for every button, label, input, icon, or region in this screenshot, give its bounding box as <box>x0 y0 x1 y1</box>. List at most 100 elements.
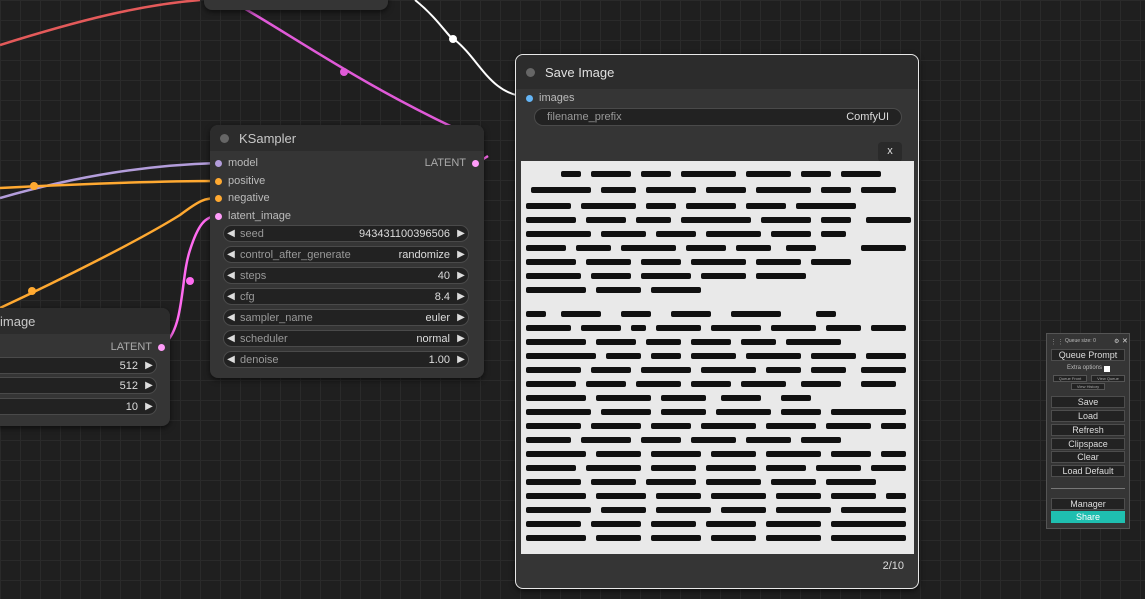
view-queue-button[interactable]: View Queue <box>1091 375 1125 382</box>
filename-prefix-label: filename_prefix <box>547 111 622 123</box>
clipspace-button[interactable]: Clipspace <box>1051 438 1125 450</box>
height-value[interactable]: 512 <box>120 380 142 392</box>
save-image-title-bar[interactable]: Save Image <box>516 55 918 89</box>
increment-arrow-icon[interactable]: ▶ <box>142 380 156 391</box>
negative-pin-icon[interactable] <box>215 194 222 202</box>
input-latent-image-label: latent_image <box>228 210 291 222</box>
increment-arrow-icon[interactable]: ▶ <box>454 333 468 344</box>
queue-menu[interactable]: ⋮⋮ Queue size: 0 ⚙ ✕ Queue Prompt Extra … <box>1046 333 1130 529</box>
batch-size-widget[interactable]: 10 ▶ <box>0 398 157 415</box>
input-positive-label: positive <box>228 175 266 187</box>
seed-widget[interactable]: ◀ seed 943431100396506 ▶ <box>223 225 469 242</box>
latent-out-pin-icon[interactable] <box>472 159 479 167</box>
increment-arrow-icon[interactable]: ▶ <box>454 270 468 281</box>
steps-value[interactable]: 40 <box>438 270 454 282</box>
positive-pin-icon[interactable] <box>215 177 222 185</box>
denoise-value[interactable]: 1.00 <box>429 354 454 366</box>
link-model <box>0 161 219 200</box>
close-icon[interactable]: ✕ <box>1122 337 1128 345</box>
increment-arrow-icon[interactable]: ▶ <box>454 291 468 302</box>
control-after-generate-label: control_after_generate <box>240 248 351 261</box>
preview-image[interactable] <box>521 161 914 554</box>
link-pink-conditioning <box>229 0 481 142</box>
queue-size-label: Queue size: 0 <box>1065 338 1096 344</box>
input-model[interactable]: model <box>215 157 258 169</box>
output-latent[interactable]: LATENT <box>425 157 479 169</box>
view-history-button[interactable]: View History <box>1071 383 1105 390</box>
settings-icon[interactable]: ⚙ <box>1114 338 1119 345</box>
filename-prefix-value[interactable]: ComfyUI <box>846 111 901 123</box>
steps-widget[interactable]: ◀ steps 40 ▶ <box>223 267 469 284</box>
drag-handle-icon[interactable]: ⋮⋮ <box>1050 338 1064 346</box>
queue-prompt-button[interactable]: Queue Prompt <box>1051 349 1125 361</box>
batch-size-value[interactable]: 10 <box>126 401 142 413</box>
image-counter: 2/10 <box>882 560 904 572</box>
decrement-arrow-icon[interactable]: ◀ <box>224 291 238 302</box>
close-preview-button[interactable]: x <box>878 142 902 162</box>
clear-button[interactable]: Clear <box>1051 451 1125 463</box>
collapse-dot-icon[interactable] <box>526 67 535 77</box>
ksampler-node[interactable]: KSampler model positive negative latent_… <box>210 125 484 378</box>
seed-label: seed <box>240 227 264 240</box>
input-negative[interactable]: negative <box>215 192 270 204</box>
input-latent-image[interactable]: latent_image <box>215 210 291 222</box>
height-widget[interactable]: 512 ▶ <box>0 377 157 394</box>
filename-prefix-widget[interactable]: filename_prefix ComfyUI <box>534 108 902 126</box>
increment-arrow-icon[interactable]: ▶ <box>454 312 468 323</box>
decrement-arrow-icon[interactable]: ◀ <box>224 270 238 281</box>
output-latent-label: LATENT <box>424 157 466 169</box>
increment-arrow-icon[interactable]: ▶ <box>142 360 156 371</box>
input-images[interactable]: images <box>526 92 574 104</box>
empty-latent-title-bar[interactable]: image <box>0 308 170 334</box>
increment-arrow-icon[interactable]: ▶ <box>454 354 468 365</box>
control-after-generate-value[interactable]: randomize <box>399 249 454 261</box>
scheduler-value[interactable]: normal <box>416 333 454 345</box>
link-red <box>0 0 201 47</box>
node-partial-top[interactable] <box>204 0 388 10</box>
cfg-widget[interactable]: ◀ cfg 8.4 ▶ <box>223 288 469 305</box>
images-pin-icon[interactable] <box>526 94 533 102</box>
save-image-node[interactable]: Save Image images filename_prefix ComfyU… <box>515 54 919 589</box>
decrement-arrow-icon[interactable]: ◀ <box>224 312 238 323</box>
link-images <box>414 0 529 98</box>
menu-divider <box>1051 488 1125 489</box>
scheduler-widget[interactable]: ◀ scheduler normal ▶ <box>223 330 469 347</box>
decrement-arrow-icon[interactable]: ◀ <box>224 249 238 260</box>
control-after-generate-widget[interactable]: ◀ control_after_generate randomize ▶ <box>223 246 469 263</box>
link-positive <box>0 179 219 190</box>
save-image-title: Save Image <box>545 64 615 80</box>
decrement-arrow-icon[interactable]: ◀ <box>224 333 238 344</box>
load-button[interactable]: Load <box>1051 410 1125 422</box>
width-widget[interactable]: 512 ▶ <box>0 357 157 374</box>
ksampler-title-bar[interactable]: KSampler <box>210 125 484 151</box>
decrement-arrow-icon[interactable]: ◀ <box>224 228 238 239</box>
latent-out-pin-icon[interactable] <box>158 343 165 351</box>
extra-options-checkbox[interactable] <box>1104 366 1110 372</box>
denoise-widget[interactable]: ◀ denoise 1.00 ▶ <box>223 351 469 368</box>
model-pin-icon[interactable] <box>215 159 222 167</box>
link-negative <box>0 196 219 310</box>
load-default-button[interactable]: Load Default <box>1051 465 1125 477</box>
queue-front-button[interactable]: Queue Front <box>1053 375 1087 382</box>
empty-latent-output[interactable]: LATENT <box>111 341 165 353</box>
share-button[interactable]: Share <box>1051 511 1125 523</box>
sampler-name-value[interactable]: euler <box>426 312 454 324</box>
input-positive[interactable]: positive <box>215 175 265 187</box>
decrement-arrow-icon[interactable]: ◀ <box>224 354 238 365</box>
collapse-dot-icon[interactable] <box>220 133 229 143</box>
manager-button[interactable]: Manager <box>1051 498 1125 510</box>
empty-latent-node[interactable]: image LATENT 512 ▶ 512 ▶ 10 ▶ <box>0 308 170 426</box>
latent-pin-icon[interactable] <box>215 212 222 220</box>
refresh-button[interactable]: Refresh <box>1051 424 1125 436</box>
sampler-name-widget[interactable]: ◀ sampler_name euler ▶ <box>223 309 469 326</box>
increment-arrow-icon[interactable]: ▶ <box>454 249 468 260</box>
ksampler-title: KSampler <box>239 130 297 146</box>
cfg-value[interactable]: 8.4 <box>435 291 454 303</box>
width-value[interactable]: 512 <box>120 360 142 372</box>
increment-arrow-icon[interactable]: ▶ <box>454 228 468 239</box>
input-images-label: images <box>539 92 575 104</box>
seed-value[interactable]: 943431100396506 <box>359 228 454 240</box>
increment-arrow-icon[interactable]: ▶ <box>142 401 156 412</box>
save-button[interactable]: Save <box>1051 396 1125 408</box>
extra-options-label: Extra options <box>1067 365 1103 371</box>
